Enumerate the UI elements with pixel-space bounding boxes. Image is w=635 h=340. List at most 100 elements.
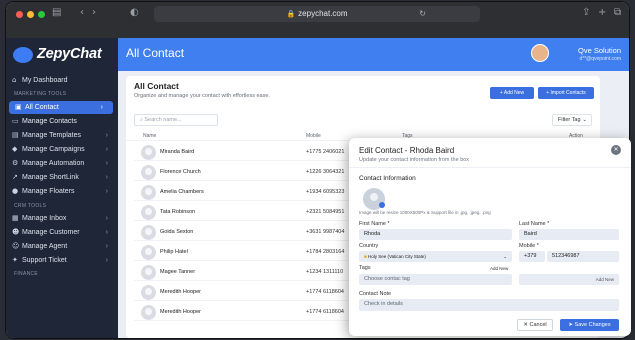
avatar bbox=[141, 225, 156, 240]
avatar bbox=[141, 145, 156, 160]
contacts-icon: ▣ bbox=[15, 103, 22, 111]
chevron-right-icon: › bbox=[105, 132, 108, 139]
automation-icon: ⚙ bbox=[12, 159, 19, 167]
tags-select[interactable]: Choose contac tag bbox=[359, 274, 512, 285]
sidebar-item-manage-templates[interactable]: ▤ Manage Templates › bbox=[6, 129, 118, 142]
image-note: Image will be resize 1000X500Px & Suppor… bbox=[359, 210, 491, 215]
last-name-field[interactable]: Baird bbox=[519, 229, 619, 240]
avatar bbox=[141, 305, 156, 320]
add-new-tag-link[interactable]: Add New bbox=[490, 266, 508, 271]
ticket-icon: ✦ bbox=[12, 256, 18, 264]
edit-contact-modal: Edit Contact - Rhoda Baird Update your c… bbox=[349, 138, 631, 336]
reload-icon[interactable]: ↻ bbox=[419, 6, 426, 22]
tabs-overview-icon[interactable]: ⧉ bbox=[614, 7, 621, 18]
sidebar-item-manage-agent[interactable]: ☺ Manage Agent › bbox=[6, 240, 118, 253]
contact-card-icon: ▭ bbox=[12, 117, 19, 125]
chevron-right-icon: › bbox=[105, 229, 108, 236]
sidebar-item-dashboard[interactable]: ⌂ My Dashboard bbox=[6, 74, 118, 87]
avatar bbox=[141, 245, 156, 260]
top-header: All Contact Qve Solution d**@qvepoint.co… bbox=[118, 38, 629, 71]
template-icon: ▤ bbox=[12, 131, 19, 139]
upload-icon[interactable] bbox=[379, 202, 385, 208]
user-avatar[interactable] bbox=[531, 44, 549, 62]
chevron-right-icon: › bbox=[105, 257, 108, 264]
sidebar-item-manage-shortlink[interactable]: ↗ Manage ShortLink › bbox=[6, 171, 118, 184]
search-input[interactable]: ⌕ Search name... bbox=[134, 114, 218, 126]
browser-titlebar: ▤ ‹ › ◐ 🔒 zepychat.com ↻ ⇪ + ⧉ bbox=[6, 2, 629, 38]
modal-subtitle: Update your contact information from the… bbox=[359, 157, 470, 163]
new-tab-icon[interactable]: + bbox=[598, 7, 606, 18]
chevron-right-icon: › bbox=[105, 243, 108, 250]
contact-information-heading: Contact Information bbox=[359, 175, 416, 182]
sidebar: ZepyChat ⌂ My Dashboard MARKETING TOOLS ▣… bbox=[6, 38, 118, 338]
chevron-right-icon: › bbox=[105, 160, 108, 167]
panel-title: All Contact bbox=[134, 81, 179, 91]
address-bar[interactable]: 🔒 zepychat.com ↻ bbox=[154, 6, 480, 22]
sidebar-item-manage-customer[interactable]: ☻ Manage Customer › bbox=[6, 226, 118, 239]
avatar bbox=[141, 265, 156, 280]
chevron-right-icon: › bbox=[105, 215, 108, 222]
import-contacts-button[interactable]: + Import Contacts bbox=[538, 87, 594, 99]
add-new-button-secondary[interactable]: Add New bbox=[519, 274, 619, 285]
mobile-field[interactable]: 512346987 bbox=[547, 251, 619, 262]
inbox-icon: ▦ bbox=[12, 214, 19, 222]
sidebar-item-support-ticket[interactable]: ✦ Support Ticket › bbox=[6, 254, 118, 267]
avatar bbox=[141, 185, 156, 200]
sidebar-item-manage-contacts[interactable]: ▭ Manage Contacts bbox=[6, 115, 118, 128]
sidebar-item-manage-inbox[interactable]: ▦ Manage Inbox › bbox=[6, 212, 118, 225]
logo[interactable]: ZepyChat bbox=[13, 46, 113, 66]
save-changes-button[interactable]: ➤ Save Changes bbox=[560, 319, 619, 331]
share-icon[interactable]: ⇪ bbox=[582, 7, 590, 18]
campaign-icon: ◆ bbox=[12, 145, 18, 153]
back-icon[interactable]: ‹ bbox=[80, 7, 84, 18]
sidebar-item-manage-automation[interactable]: ⚙ Manage Automation › bbox=[6, 157, 118, 170]
privacy-icon[interactable]: ◐ bbox=[130, 7, 139, 18]
agent-icon: ☺ bbox=[12, 242, 20, 250]
user-name[interactable]: Qve Solution bbox=[578, 46, 621, 55]
tags-label: Tags bbox=[359, 265, 371, 271]
section-crm-tools: CRM TOOLS bbox=[14, 203, 47, 209]
section-marketing-tools: MARKETING TOOLS bbox=[14, 91, 67, 97]
page-title: All Contact bbox=[126, 46, 185, 60]
last-name-label: Last Name * bbox=[519, 221, 550, 227]
mobile-label: Mobile * bbox=[519, 243, 539, 249]
chevron-right-icon: › bbox=[105, 146, 108, 153]
filter-tag-select[interactable]: Filter Tag ⌄ bbox=[552, 114, 592, 126]
divider bbox=[349, 167, 631, 168]
close-window-button[interactable] bbox=[16, 11, 23, 18]
customer-icon: ☻ bbox=[12, 228, 20, 236]
cancel-button[interactable]: ✕ Cancel bbox=[517, 319, 553, 331]
contact-note-field[interactable]: Check in details bbox=[359, 299, 619, 311]
column-name[interactable]: Name bbox=[143, 133, 156, 139]
sidebar-item-manage-floaters[interactable]: ● Manage Floaters › bbox=[6, 185, 118, 198]
add-new-button[interactable]: + Add New bbox=[490, 87, 534, 99]
url-text: zepychat.com bbox=[298, 9, 348, 18]
chat-bubble-icon bbox=[13, 47, 33, 63]
sidebar-item-manage-campaigns[interactable]: ◆ Manage Campaigns › bbox=[6, 143, 118, 156]
minimize-window-button[interactable] bbox=[27, 11, 34, 18]
country-select[interactable]: ■ Holy See (Vatican City State) ⌄ bbox=[359, 251, 512, 262]
link-icon: ↗ bbox=[12, 173, 18, 181]
modal-title: Edit Contact - Rhoda Baird bbox=[359, 146, 455, 155]
chevron-down-icon: ⌄ bbox=[503, 254, 507, 259]
home-icon: ⌂ bbox=[12, 76, 17, 84]
sidebar-toggle-icon[interactable]: ▤ bbox=[52, 7, 61, 18]
contact-note-label: Contact Note bbox=[359, 291, 392, 297]
sidebar-item-all-contact[interactable]: ▣ All Contact › bbox=[9, 101, 113, 114]
forward-icon[interactable]: › bbox=[92, 7, 96, 18]
search-icon: ⌕ bbox=[140, 117, 143, 123]
close-icon[interactable]: ✕ bbox=[611, 145, 621, 155]
chevron-right-icon: › bbox=[105, 174, 108, 181]
avatar bbox=[141, 205, 156, 220]
chevron-right-icon: › bbox=[105, 188, 108, 195]
chevron-right-icon: › bbox=[100, 104, 103, 111]
first-name-label: First Name * bbox=[359, 221, 390, 227]
mobile-code-field[interactable]: +379 bbox=[519, 251, 545, 262]
first-name-field[interactable]: Rhoda bbox=[359, 229, 512, 240]
chevron-down-icon: ⌄ bbox=[582, 117, 587, 123]
column-mobile[interactable]: Mobile bbox=[306, 133, 321, 139]
country-label: Country bbox=[359, 243, 379, 249]
maximize-window-button[interactable] bbox=[38, 11, 45, 18]
avatar bbox=[141, 285, 156, 300]
floater-icon: ● bbox=[12, 187, 19, 195]
